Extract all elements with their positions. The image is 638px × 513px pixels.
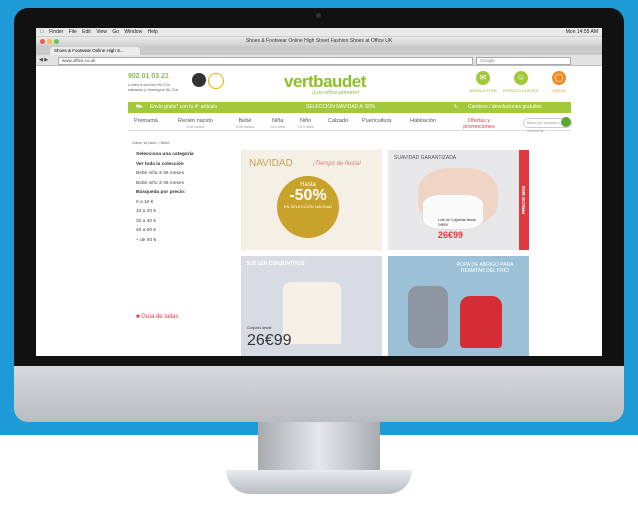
monitor-foot xyxy=(226,470,412,494)
menubar-clock: Mon 14:55 AM xyxy=(565,29,598,35)
precio-mini-ribbon: PRECIO MINI xyxy=(519,150,529,250)
window-titlebar: Shoes & Footwear Online High Street Fash… xyxy=(36,37,602,46)
discount-badge: Hasta -50% EN SELECCIÓN NAVIDAD xyxy=(277,176,339,238)
suavidad-lote: Lote de 3 pijamas desde 29€99 xyxy=(438,218,477,227)
promo-card-suavidad[interactable]: SUAVIDAD GARANTIZADA PRECIO MINI Lote de… xyxy=(388,150,529,250)
size-guide-link[interactable]: ■ Guía de tallas xyxy=(136,314,178,320)
phone-number[interactable]: 902 01 03 21 xyxy=(128,73,169,80)
sidebar-item-bebe-nina[interactable]: Bebé niña 3-36 meses xyxy=(136,169,221,179)
promo-card-navidad[interactable]: NAVIDAD ¡Tiempo de fiesta! Hasta -50% EN… xyxy=(241,150,382,250)
site-header: 902 01 03 21 Lunes a viernes 9h-22h, sáb… xyxy=(36,66,602,100)
breadcrumb[interactable]: Volver al inicio > Bebé xyxy=(132,141,169,145)
nav-item-bebe[interactable]: Bebé 0/36 meses xyxy=(236,118,254,130)
promo-christmas[interactable]: SELECCIÓN NAVIDAD A -50% xyxy=(306,102,375,113)
menu-go[interactable]: Go xyxy=(112,29,119,35)
category-sidebar: Selecciona una categoría Ver toda la col… xyxy=(136,150,221,245)
url-field[interactable]: www.office.co.uk xyxy=(58,57,473,65)
user-icon[interactable]: ☺ xyxy=(514,71,528,85)
cart-label[interactable]: CESTA xyxy=(539,88,579,93)
nav-item-calzado[interactable]: Calzado xyxy=(328,118,348,124)
nav-item-nino[interactable]: Niño 2/14 años xyxy=(298,118,313,130)
sidebar-price-0-10[interactable]: 0 a 10 € xyxy=(136,198,221,208)
sidebar-price-10-20[interactable]: 10 a 20 € xyxy=(136,207,221,217)
mail-icon[interactable]: ✉ xyxy=(476,71,490,85)
nav-item-habitacion[interactable]: Habitación xyxy=(410,118,436,124)
sidebar-item-bebe-nino[interactable]: Bebé niño 3-36 meses xyxy=(136,179,221,189)
main-nav: Premamá Recién nacido 0/18 meses Bebé 0/36… xyxy=(128,115,572,133)
discount-note: EN SELECCIÓN NAVIDAD xyxy=(283,204,333,209)
close-icon[interactable] xyxy=(40,39,45,44)
browser-screen:  Finder File Edit View Go Window Help M… xyxy=(36,28,602,356)
suavidad-title: SUAVIDAD GARANTIZADA xyxy=(394,155,457,161)
promo-card-conjuntitos[interactable]: SUS 1ER CONJUNTITOS Conjunto desde 26€99 xyxy=(241,256,382,356)
sidebar-price-50-plus[interactable]: + de 50 € xyxy=(136,236,221,246)
monitor-stand xyxy=(258,422,380,474)
snowsuit-photo xyxy=(408,286,448,348)
menu-window[interactable]: Window xyxy=(124,29,142,35)
truck-icon: ⛟ xyxy=(136,104,143,110)
quality-seal-icon xyxy=(208,73,224,89)
imac-monitor:  Finder File Edit View Go Window Help M… xyxy=(14,8,624,422)
phone-hours: Lunes a viernes 9h-22h, sábados y doming… xyxy=(128,82,179,92)
conjuntitos-desde: Conjunto desde xyxy=(247,326,272,330)
site-logo[interactable]: vertbaudet xyxy=(284,72,366,92)
site-tagline: ¡Los niños primero! xyxy=(312,90,360,96)
menu-finder[interactable]: Finder xyxy=(49,29,63,35)
conjuntitos-price: 26€99 xyxy=(247,332,292,349)
menu-file[interactable]: File xyxy=(69,29,77,35)
nav-item-puericultura[interactable]: Puericultura xyxy=(362,118,391,124)
newsletter-label[interactable]: NEWSLETTER xyxy=(463,88,503,93)
abrigo-title: ROPA DE ABRIGO PARA REMATAR DEL FRÍO xyxy=(456,262,514,274)
tab-bar: Shoes & Footwear Online High S... xyxy=(36,46,602,55)
sidebar-price-40-50[interactable]: 40 a 50 € xyxy=(136,226,221,236)
red-coat-photo xyxy=(460,296,502,348)
monitor-chin xyxy=(14,366,624,422)
back-forward-icon[interactable]: ◀ ▶ xyxy=(39,57,48,63)
nav-item-premama[interactable]: Premamá xyxy=(134,118,158,124)
sidebar-heading-category: Selecciona una categoría xyxy=(136,152,194,157)
suavidad-price: 26€99 xyxy=(438,230,464,240)
navidad-subtitle: ¡Tiempo de fiesta! xyxy=(313,161,361,167)
menu-edit[interactable]: Edit xyxy=(82,29,91,35)
trust-badge-icon xyxy=(192,73,206,87)
nav-item-recien-nacido[interactable]: Recién nacido 0/18 meses xyxy=(178,118,213,130)
google-search-field[interactable]: Google xyxy=(476,57,571,65)
zoom-icon[interactable] xyxy=(54,39,59,44)
return-icon: ↻ xyxy=(454,104,459,110)
account-label[interactable]: ESPACIO CLIENTE xyxy=(501,88,541,93)
menu-help[interactable]: Help xyxy=(148,29,158,35)
nav-item-nina[interactable]: Niña 2/14 años xyxy=(270,118,285,130)
search-icon[interactable] xyxy=(561,117,571,127)
nav-item-ofertas[interactable]: Ofertas y promociones xyxy=(458,118,500,130)
discount-percent: -50% xyxy=(289,187,327,204)
mac-menubar:  Finder File Edit View Go Window Help M… xyxy=(36,28,602,37)
shirt-icon: ■ xyxy=(136,314,140,320)
window-title: Shoes & Footwear Online High Street Fash… xyxy=(245,38,393,44)
apple-icon[interactable]:  xyxy=(40,29,44,35)
promo-shipping[interactable]: Envío gratis* con tu 4º artículo xyxy=(150,102,217,113)
menu-view[interactable]: View xyxy=(96,29,107,35)
basket-icon[interactable]: ◯ xyxy=(552,71,566,85)
sidebar-heading-price: Búsqueda por precio: xyxy=(136,190,186,195)
size-guide-label: Guía de tallas xyxy=(141,314,179,320)
promo-card-abrigo[interactable]: ROPA DE ABRIGO PARA REMATAR DEL FRÍO xyxy=(388,256,529,356)
camera-icon xyxy=(316,13,321,18)
navidad-title: NAVIDAD xyxy=(249,158,293,169)
conjuntitos-title: SUS 1ER CONJUNTITOS xyxy=(246,261,305,267)
minimize-icon[interactable] xyxy=(47,39,52,44)
sidebar-price-20-40[interactable]: 20 a 40 € xyxy=(136,217,221,227)
browser-tab[interactable]: Shoes & Footwear Online High S... xyxy=(50,47,140,55)
address-bar: ◀ ▶ www.office.co.uk Google xyxy=(36,55,602,66)
sidebar-item-ver-todo[interactable]: Ver toda la colección xyxy=(136,160,221,170)
promo-returns[interactable]: Cambios / devoluciones gratuitas xyxy=(468,102,542,113)
promo-bar: ⛟ Envío gratis* con tu 4º artículo SELEC… xyxy=(128,102,571,113)
